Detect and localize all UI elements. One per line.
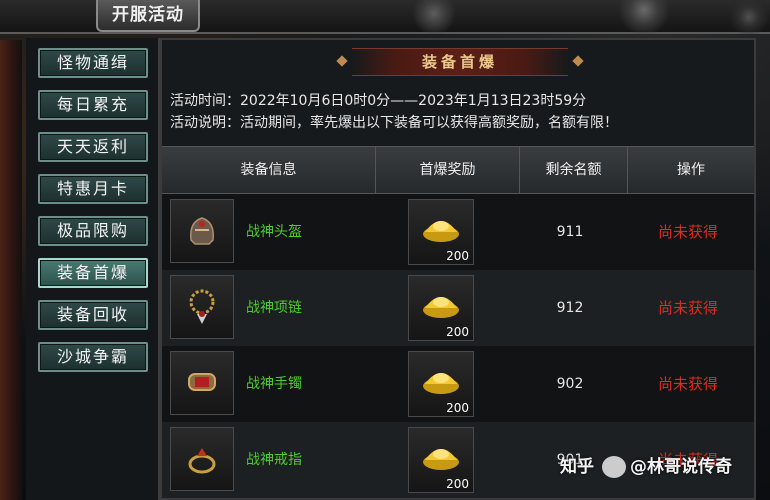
sidebar-item-first-drop[interactable]: 装备首爆: [38, 258, 148, 288]
table-row: 战神项链 200 912 尚未获得: [162, 270, 754, 346]
sidebar-item-equipment-recycle[interactable]: 装备回收: [38, 300, 148, 330]
remaining-count: 912: [556, 300, 584, 316]
table-header: 装备信息 首爆奖励 剩余名额 操作: [162, 146, 754, 194]
reward-count: 200: [446, 477, 469, 491]
bracelet-icon[interactable]: [170, 351, 234, 415]
header-first-drop-reward: 首爆奖励: [376, 147, 520, 193]
helmet-icon[interactable]: [170, 199, 234, 263]
activity-sidebar: 怪物通缉 每日累充 天天返利 特惠月卡 极品限购 装备首爆 装备回收 沙城争霸: [26, 38, 160, 500]
reward-count: 200: [446, 401, 469, 415]
item-name: 战神项链: [246, 300, 302, 316]
status-text: 尚未获得: [657, 299, 718, 317]
item-name: 战神头盔: [246, 224, 302, 240]
necklace-icon[interactable]: [170, 275, 234, 339]
header-action: 操作: [677, 162, 705, 178]
reward-count: 200: [446, 325, 469, 339]
diamond-ornament-right: [572, 55, 584, 67]
sidebar-item-monthly-card[interactable]: 特惠月卡: [38, 174, 148, 204]
watermark-site: 知乎: [560, 457, 594, 477]
main-panel: 装备首爆 活动时间：2022年10月6日0时0分——2023年1月13日23时5…: [160, 38, 756, 500]
panel-heading: 装备首爆: [421, 53, 498, 71]
activity-description: 活动说明：活动期间，率先爆出以下装备可以获得高额奖励，名额有限！: [170, 115, 618, 131]
heading-banner: 装备首爆: [352, 48, 568, 76]
zhihu-watermark: 知乎 @林哥说传奇: [560, 452, 732, 478]
status-text: 尚未获得: [657, 375, 718, 393]
item-name: 战神戒指: [246, 452, 302, 468]
activity-time: 活动时间：2022年10月6日0时0分——2023年1月13日23时59分: [170, 93, 587, 109]
table-row: 战神头盔 200 911 尚未获得: [162, 194, 754, 270]
ring-icon[interactable]: [170, 427, 234, 491]
remaining-count: 911: [556, 224, 584, 240]
sidebar-item-limited-purchase[interactable]: 极品限购: [38, 216, 148, 246]
diamond-ornament-left: [336, 55, 348, 67]
header-remaining-slots: 剩余名额: [520, 147, 628, 193]
gold-ingot-icon[interactable]: 200: [408, 427, 474, 493]
watermark-author: @林哥说传奇: [630, 457, 732, 477]
window-title-tab: 开服活动: [96, 0, 200, 32]
gold-ingot-icon[interactable]: 200: [408, 351, 474, 417]
sidebar-item-monster-bounty[interactable]: 怪物通缉: [38, 48, 148, 78]
ornament-decoration: [350, 0, 770, 34]
item-name: 战神手镯: [246, 376, 302, 392]
sidebar-item-castle-siege[interactable]: 沙城争霸: [38, 342, 148, 372]
header-equipment-info: 装备信息: [162, 147, 376, 193]
reward-count: 200: [446, 249, 469, 263]
sidebar-item-daily-rebate[interactable]: 天天返利: [38, 132, 148, 162]
gold-ingot-icon[interactable]: 200: [408, 199, 474, 265]
dragon-decoration: [0, 40, 22, 500]
sidebar-item-daily-recharge[interactable]: 每日累充: [38, 90, 148, 120]
avatar-icon: [602, 456, 626, 478]
gold-ingot-icon[interactable]: 200: [408, 275, 474, 341]
remaining-count: 902: [556, 376, 584, 392]
status-text: 尚未获得: [657, 223, 718, 241]
table-row: 战神手镯 200 902 尚未获得: [162, 346, 754, 422]
